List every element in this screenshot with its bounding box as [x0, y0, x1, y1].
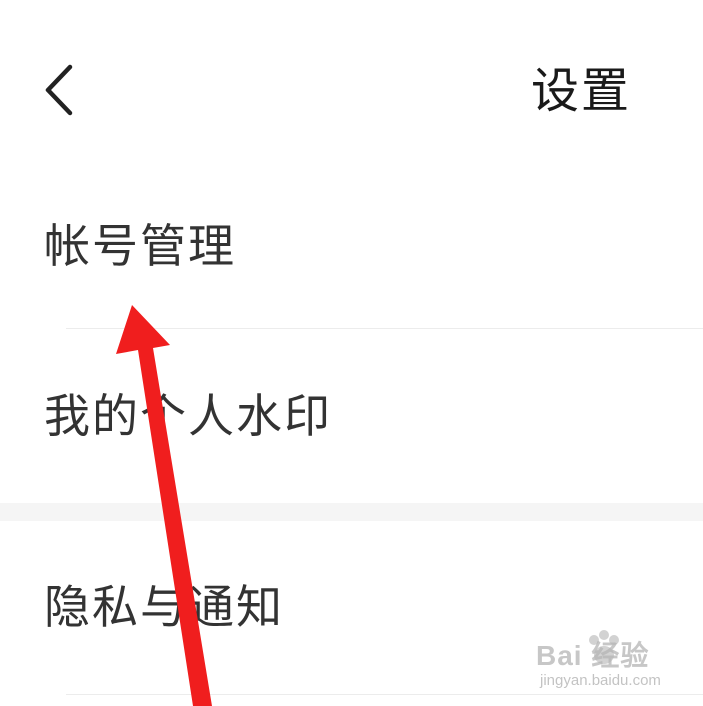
menu-item-personal-watermark[interactable]: 我的个人水印 — [0, 328, 703, 503]
menu-item-account-management[interactable]: 帐号管理 — [0, 160, 703, 328]
top-bar: 设置 — [0, 0, 703, 160]
divider — [66, 694, 703, 695]
menu-item-label: 隐私与通知 — [44, 580, 284, 634]
page-title: 设置 — [530, 63, 631, 119]
menu-item-label: 我的个人水印 — [44, 389, 332, 443]
section-separator — [0, 503, 703, 521]
chevron-left-icon — [45, 64, 73, 116]
menu-item-privacy-notifications[interactable]: 隐私与通知 — [0, 521, 703, 694]
menu-item-label: 帐号管理 — [44, 219, 236, 273]
back-button[interactable] — [30, 55, 90, 125]
